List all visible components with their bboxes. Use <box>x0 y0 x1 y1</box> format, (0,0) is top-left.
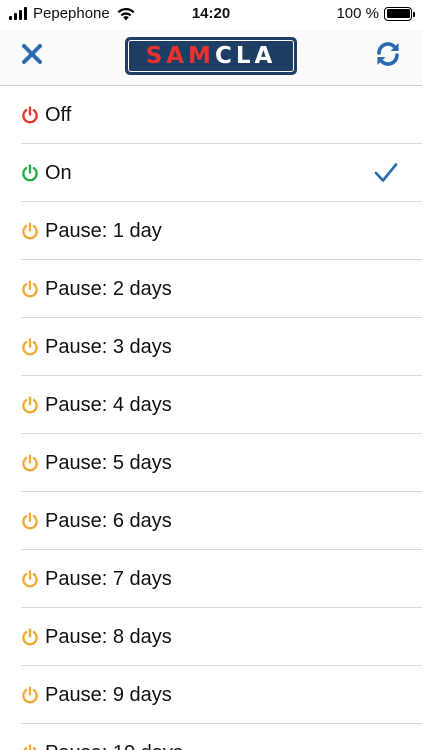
samcla-logo: SAMCLA <box>125 37 297 75</box>
option-pause[interactable]: Pause: 6 days <box>0 492 422 550</box>
option-pause[interactable]: Pause: 1 day <box>0 202 422 260</box>
power-icon <box>23 744 37 750</box>
option-pause[interactable]: Pause: 3 days <box>0 318 422 376</box>
status-bar-right: 100 % <box>336 5 415 22</box>
option-off[interactable]: Off <box>0 86 422 144</box>
option-label: Pause: 10 days <box>45 742 183 750</box>
close-icon <box>22 44 42 64</box>
carrier-name: Pepephone <box>33 5 110 22</box>
option-label: Pause: 7 days <box>45 567 172 590</box>
status-bar: Pepephone 14:20 100 % <box>0 0 422 30</box>
power-icon <box>22 628 38 646</box>
battery-percentage: 100 % <box>336 5 379 22</box>
power-icon <box>22 164 38 182</box>
battery-fill <box>386 9 410 18</box>
option-pause[interactable]: Pause: 2 days <box>0 260 422 318</box>
option-pause[interactable]: Pause: 9 days <box>0 666 422 724</box>
options-list: Off On Pause: 1 day Pause: 2 days Pause: 3 d… <box>0 86 422 750</box>
option-pause[interactable]: Pause: 8 days <box>0 608 422 666</box>
option-pause[interactable]: Pause: 4 days <box>0 376 422 434</box>
close-button[interactable] <box>18 40 46 68</box>
power-icon <box>22 338 38 356</box>
power-icon <box>22 106 38 124</box>
status-bar-left: Pepephone <box>9 5 136 22</box>
power-icon <box>22 686 38 704</box>
option-label: Pause: 2 days <box>45 277 172 300</box>
option-pause[interactable]: Pause: 7 days <box>0 550 422 608</box>
option-pause[interactable]: Pause: 10 days <box>0 724 422 750</box>
power-icon <box>22 222 38 240</box>
checkmark-icon <box>374 163 398 182</box>
option-label: Pause: 9 days <box>45 683 172 706</box>
battery-nub <box>413 11 415 17</box>
option-label: Pause: 3 days <box>45 335 172 358</box>
power-icon <box>22 570 38 588</box>
option-label: Off <box>45 103 72 126</box>
option-label: Pause: 1 day <box>45 219 162 242</box>
logo-text: SAMCLA <box>146 43 277 69</box>
refresh-button[interactable] <box>372 38 404 70</box>
option-label: Pause: 6 days <box>45 509 172 532</box>
battery-icon <box>384 6 415 21</box>
logo-frame: SAMCLA <box>128 40 294 72</box>
refresh-icon <box>377 42 399 66</box>
option-pause[interactable]: Pause: 5 days <box>0 434 422 492</box>
option-label: Pause: 5 days <box>45 451 172 474</box>
option-label: On <box>45 161 72 184</box>
navigation-bar: SAMCLA <box>0 30 422 86</box>
power-icon <box>22 512 38 530</box>
option-on[interactable]: On <box>0 144 422 202</box>
wifi-icon <box>117 7 135 21</box>
logo-text-part2: CLA <box>214 43 277 69</box>
cellular-signal-icon <box>9 7 27 20</box>
logo-text-part1: SAM <box>145 43 215 69</box>
option-label: Pause: 4 days <box>45 393 172 416</box>
power-icon <box>22 454 38 472</box>
power-icon <box>22 280 38 298</box>
power-icon <box>22 396 38 414</box>
option-label: Pause: 8 days <box>45 625 172 648</box>
